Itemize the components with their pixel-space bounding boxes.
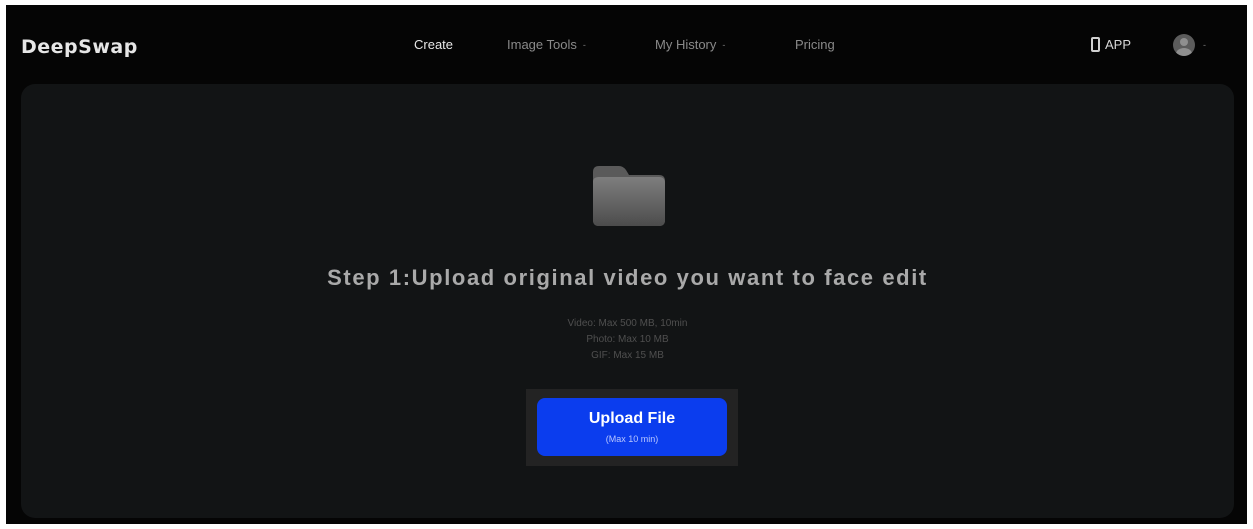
- limit-gif: GIF: Max 15 MB: [591, 350, 664, 361]
- upload-button-sublabel: (Max 10 min): [605, 434, 659, 444]
- upload-limits: Video: Max 500 MB, 10min Photo: Max 10 M…: [21, 316, 1234, 364]
- avatar: [1173, 34, 1195, 56]
- phone-icon: [1091, 37, 1100, 52]
- upload-file-button[interactable]: Upload File (Max 10 min): [537, 398, 727, 456]
- limit-photo: Photo: Max 10 MB: [586, 334, 669, 345]
- chevron-down-icon: -: [582, 39, 586, 50]
- nav-pricing-label: Pricing: [795, 37, 835, 52]
- app-window: DeepSwap Create Image Tools - My History…: [6, 5, 1247, 524]
- folder-icon: [593, 166, 665, 226]
- top-navigation-bar: DeepSwap Create Image Tools - My History…: [6, 5, 1247, 81]
- nav-image-tools-label: Image Tools: [507, 37, 577, 52]
- nav-create-label: Create: [414, 37, 454, 52]
- chevron-down-icon: -: [1203, 40, 1206, 50]
- app-download-link[interactable]: APP: [1091, 37, 1131, 52]
- logo[interactable]: DeepSwap: [21, 36, 138, 58]
- app-link-label: APP: [1105, 37, 1132, 52]
- nav-my-history-label: My History: [655, 37, 717, 52]
- nav-image-tools[interactable]: Image Tools -: [507, 37, 586, 52]
- limit-video: Video: Max 500 MB, 10min: [567, 318, 688, 329]
- step-title: Step 1:Upload original video you want to…: [327, 265, 928, 290]
- nav-my-history[interactable]: My History -: [655, 37, 725, 52]
- upload-panel: Step 1:Upload original video you want to…: [21, 84, 1234, 518]
- chevron-down-icon: -: [722, 39, 726, 50]
- user-menu[interactable]: -: [1173, 34, 1206, 56]
- upload-button-label: Upload File: [588, 410, 676, 427]
- nav-create[interactable]: Create: [414, 37, 453, 52]
- nav-pricing[interactable]: Pricing: [795, 37, 835, 52]
- upload-drop-zone[interactable]: Upload File (Max 10 min): [526, 389, 738, 466]
